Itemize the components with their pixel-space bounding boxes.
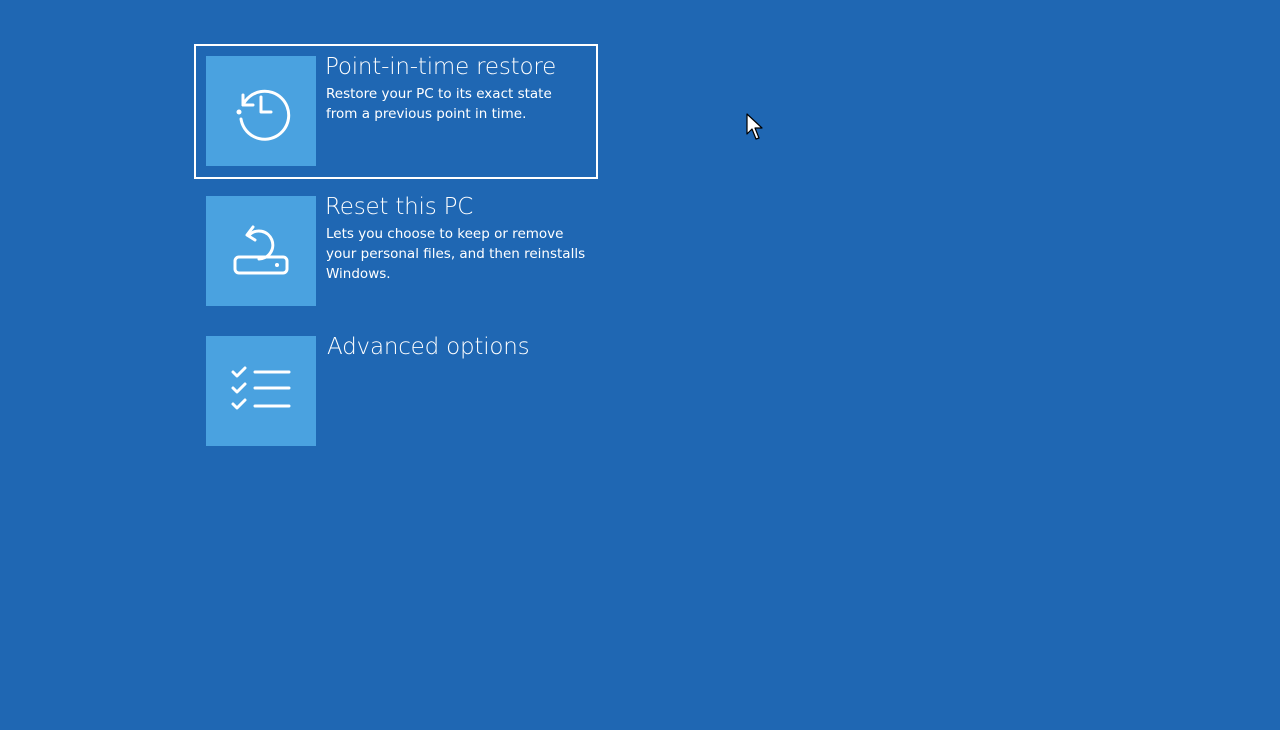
option-text: Reset this PC Lets you choose to keep or… — [325, 192, 586, 284]
advanced-options-option[interactable]: Advanced options — [194, 324, 598, 459]
reset-pc-icon — [206, 196, 316, 306]
option-description: Lets you choose to keep or remove your p… — [326, 226, 586, 282]
reset-this-pc-option[interactable]: Reset this PC Lets you choose to keep or… — [194, 184, 598, 319]
option-title: Point-in-time restore — [325, 54, 557, 80]
point-in-time-restore-option[interactable]: Point-in-time restore Restore your PC to… — [194, 44, 598, 179]
history-restore-icon — [206, 56, 316, 166]
option-text: Point-in-time restore Restore your PC to… — [325, 52, 584, 124]
option-description: Restore your PC to its exact state from … — [326, 86, 552, 122]
option-title: Reset this PC — [325, 194, 474, 220]
option-title: Advanced options — [327, 334, 530, 360]
checklist-icon — [206, 336, 316, 446]
mouse-cursor-icon — [746, 113, 763, 140]
option-text: Advanced options — [327, 332, 586, 362]
recovery-screen: Point-in-time restore Restore your PC to… — [0, 0, 1280, 730]
